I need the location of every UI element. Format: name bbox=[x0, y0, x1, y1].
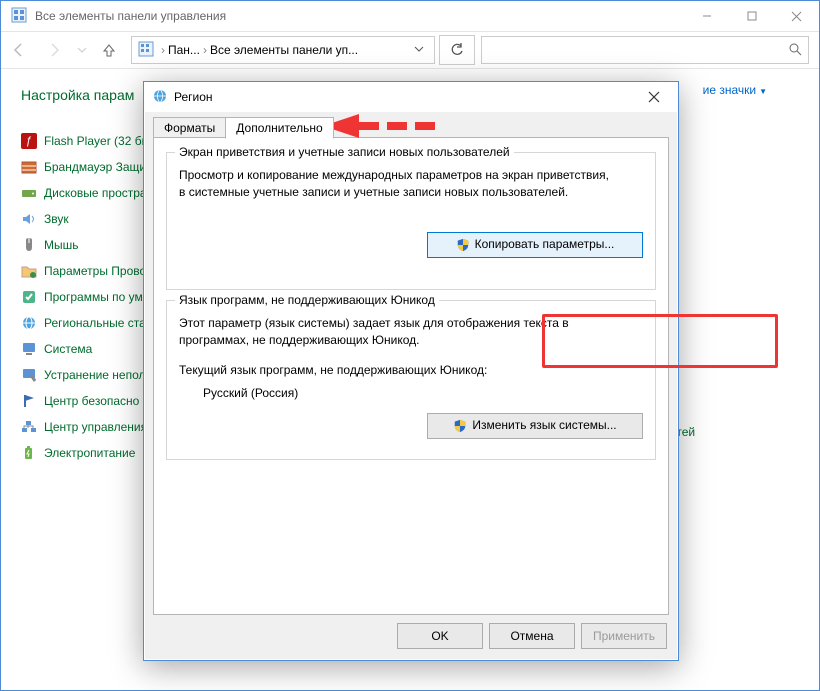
speaker-icon bbox=[21, 211, 37, 227]
window-controls bbox=[684, 1, 819, 31]
tab-page-advanced: Экран приветствия и учетные записи новых… bbox=[153, 137, 669, 615]
apply-button[interactable]: Применить bbox=[581, 623, 667, 649]
breadcrumb[interactable]: › Пан... › Все элементы панели уп... bbox=[131, 36, 435, 64]
search-icon bbox=[788, 42, 802, 59]
search-input[interactable] bbox=[481, 36, 809, 64]
storage-icon bbox=[21, 185, 37, 201]
current-locale-value: Русский (Россия) bbox=[203, 385, 643, 402]
chevron-right-icon: › bbox=[203, 43, 207, 57]
wrench-icon bbox=[21, 367, 37, 383]
button-label: Изменить язык системы... bbox=[472, 417, 616, 434]
titlebar: Все элементы панели управления bbox=[1, 1, 819, 31]
cpl-label: Программы по ум bbox=[44, 290, 143, 304]
breadcrumb-dropdown[interactable] bbox=[406, 43, 432, 57]
cancel-button[interactable]: Отмена bbox=[489, 623, 575, 649]
refresh-button[interactable] bbox=[439, 35, 475, 65]
network-icon bbox=[21, 419, 37, 435]
cpl-label: Дисковые простра bbox=[44, 186, 147, 200]
dialog-title: Регион bbox=[174, 90, 634, 104]
system-icon bbox=[21, 341, 37, 357]
up-button[interactable] bbox=[91, 34, 127, 66]
power-icon bbox=[21, 445, 37, 461]
uac-shield-icon bbox=[453, 419, 467, 433]
cpl-label: Региональные ста bbox=[44, 316, 146, 330]
change-system-locale-button[interactable]: Изменить язык системы... bbox=[427, 413, 643, 439]
ok-button[interactable]: OK bbox=[397, 623, 483, 649]
breadcrumb-item[interactable]: Пан... bbox=[168, 43, 200, 57]
view-mode-link[interactable]: ие значки▼ bbox=[703, 83, 767, 97]
folder-options-icon bbox=[21, 263, 37, 279]
dialog-footer: OK Отмена Применить bbox=[397, 623, 667, 649]
cpl-label: Система bbox=[44, 342, 92, 356]
group-legend: Язык программ, не поддерживающих Юникод bbox=[175, 293, 439, 307]
tabstrip: Форматы Дополнительно bbox=[153, 116, 333, 138]
forward-button[interactable] bbox=[37, 34, 73, 66]
annotation-highlight bbox=[542, 314, 778, 368]
tab-formats[interactable]: Форматы bbox=[153, 117, 226, 139]
cpl-label: Звук bbox=[44, 212, 69, 226]
region-dialog: Регион Форматы Дополнительно Экран приве… bbox=[143, 81, 679, 661]
cpl-label: Устранение непол bbox=[44, 368, 146, 382]
cpl-label: Мышь bbox=[44, 238, 79, 252]
tab-advanced[interactable]: Дополнительно bbox=[225, 117, 333, 139]
cpl-label: Брандмауэр Защи bbox=[44, 160, 146, 174]
flash-icon: ƒ bbox=[21, 133, 37, 149]
chevron-right-icon: › bbox=[161, 43, 165, 57]
firewall-icon bbox=[21, 159, 37, 175]
close-button[interactable] bbox=[774, 1, 819, 31]
view-mode-label: ие значки bbox=[703, 83, 756, 97]
cpl-label: Центр управления bbox=[44, 420, 147, 434]
dialog-titlebar: Регион bbox=[144, 82, 678, 112]
maximize-button[interactable] bbox=[729, 1, 774, 31]
recent-dropdown[interactable] bbox=[73, 34, 91, 66]
group-text: Просмотр и копирование международных пар… bbox=[179, 167, 609, 202]
breadcrumb-icon bbox=[138, 41, 154, 60]
back-button[interactable] bbox=[1, 34, 37, 66]
button-label: Копировать параметры... bbox=[475, 236, 615, 253]
cpl-label: Flash Player (32 бит bbox=[44, 134, 154, 148]
cpl-label: Центр безопасно bbox=[44, 394, 139, 408]
defaults-icon bbox=[21, 289, 37, 305]
cpl-label: Параметры Прово bbox=[44, 264, 146, 278]
chevron-down-icon: ▼ bbox=[759, 87, 767, 96]
toolbar: › Пан... › Все элементы панели уп... bbox=[1, 31, 819, 69]
group-welcome-screen: Экран приветствия и учетные записи новых… bbox=[166, 152, 656, 290]
globe-icon bbox=[21, 315, 37, 331]
mouse-icon bbox=[21, 237, 37, 253]
breadcrumb-item[interactable]: Все элементы панели уп... bbox=[210, 43, 358, 57]
globe-clock-icon bbox=[152, 88, 168, 107]
dialog-client: Форматы Дополнительно Экран приветствия … bbox=[145, 112, 677, 659]
flag-icon bbox=[21, 393, 37, 409]
cpl-label: Электропитание bbox=[44, 446, 135, 460]
copy-settings-button[interactable]: Копировать параметры... bbox=[427, 232, 643, 258]
minimize-button[interactable] bbox=[684, 1, 729, 31]
control-panel-icon bbox=[11, 7, 27, 26]
group-legend: Экран приветствия и учетные записи новых… bbox=[175, 145, 514, 159]
uac-shield-icon bbox=[456, 238, 470, 252]
window-title: Все элементы панели управления bbox=[35, 9, 684, 23]
dialog-close-button[interactable] bbox=[634, 84, 674, 110]
